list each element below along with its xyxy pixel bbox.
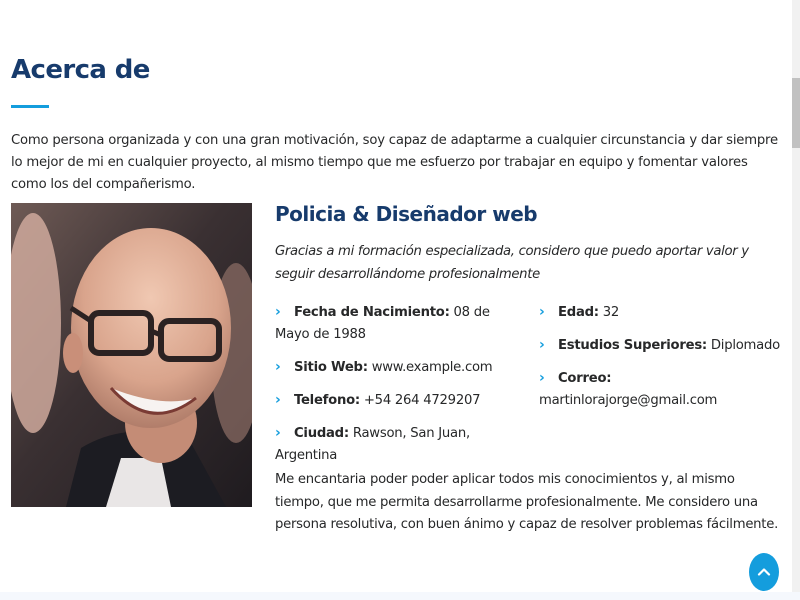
chevron-right-icon: › (539, 370, 545, 386)
chevron-right-icon: › (539, 337, 545, 353)
detail-label: Edad: (558, 305, 599, 320)
details-left-list: › Fecha de Nacimiento: 08 de Mayo de 1988… (275, 301, 520, 477)
detail-website: › Sitio Web: www.example.com (275, 356, 520, 379)
detail-city: › Ciudad: Rawson, San Juan, Argentina (275, 422, 520, 467)
detail-value: www.example.com (371, 360, 493, 375)
chevron-right-icon: › (275, 425, 281, 441)
bottom-strip (0, 592, 800, 600)
detail-label: Telefono: (294, 393, 360, 408)
detail-value: martinlorajorge@gmail.com (539, 393, 718, 408)
profile-photo (11, 203, 252, 507)
chevron-right-icon: › (539, 304, 545, 320)
section-title: Acerca de (11, 55, 150, 85)
detail-age: › Edad: 32 (539, 301, 784, 324)
detail-value: +54 264 4729207 (363, 393, 481, 408)
intro-text: Como persona organizada y con una gran m… (11, 133, 778, 192)
chevron-up-icon (757, 568, 771, 576)
back-to-top-button[interactable] (749, 553, 779, 591)
scrollbar-thumb[interactable] (792, 78, 800, 148)
detail-phone: › Telefono: +54 264 4729207 (275, 389, 520, 412)
detail-studies: › Estudios Superiores: Diplomado (539, 334, 784, 357)
detail-label: Fecha de Nacimiento: (294, 305, 450, 320)
role-title: Policia & Diseñador web (275, 202, 538, 226)
detail-label: Sitio Web: (294, 360, 368, 375)
outro-text: Me encantaria poder poder aplicar todos … (275, 472, 779, 532)
title-underline (11, 105, 49, 108)
profile-photo-image (11, 203, 252, 507)
detail-email: › Correo: martinlorajorge@gmail.com (539, 367, 784, 412)
detail-birthdate: › Fecha de Nacimiento: 08 de Mayo de 1988 (275, 301, 520, 346)
detail-label: Estudios Superiores: (558, 338, 707, 353)
chevron-right-icon: › (275, 304, 281, 320)
detail-value: 32 (602, 305, 620, 320)
detail-label: Ciudad: (294, 426, 349, 441)
tagline: Gracias a mi formación especializada, co… (275, 244, 749, 282)
detail-label: Correo: (558, 371, 612, 386)
chevron-right-icon: › (275, 359, 281, 375)
detail-value: Diplomado (710, 338, 780, 353)
details-right-list: › Edad: 32 › Estudios Superiores: Diplomad… (539, 301, 784, 422)
chevron-right-icon: › (275, 392, 281, 408)
about-page: Acerca de Como persona organizada y con … (0, 0, 800, 600)
